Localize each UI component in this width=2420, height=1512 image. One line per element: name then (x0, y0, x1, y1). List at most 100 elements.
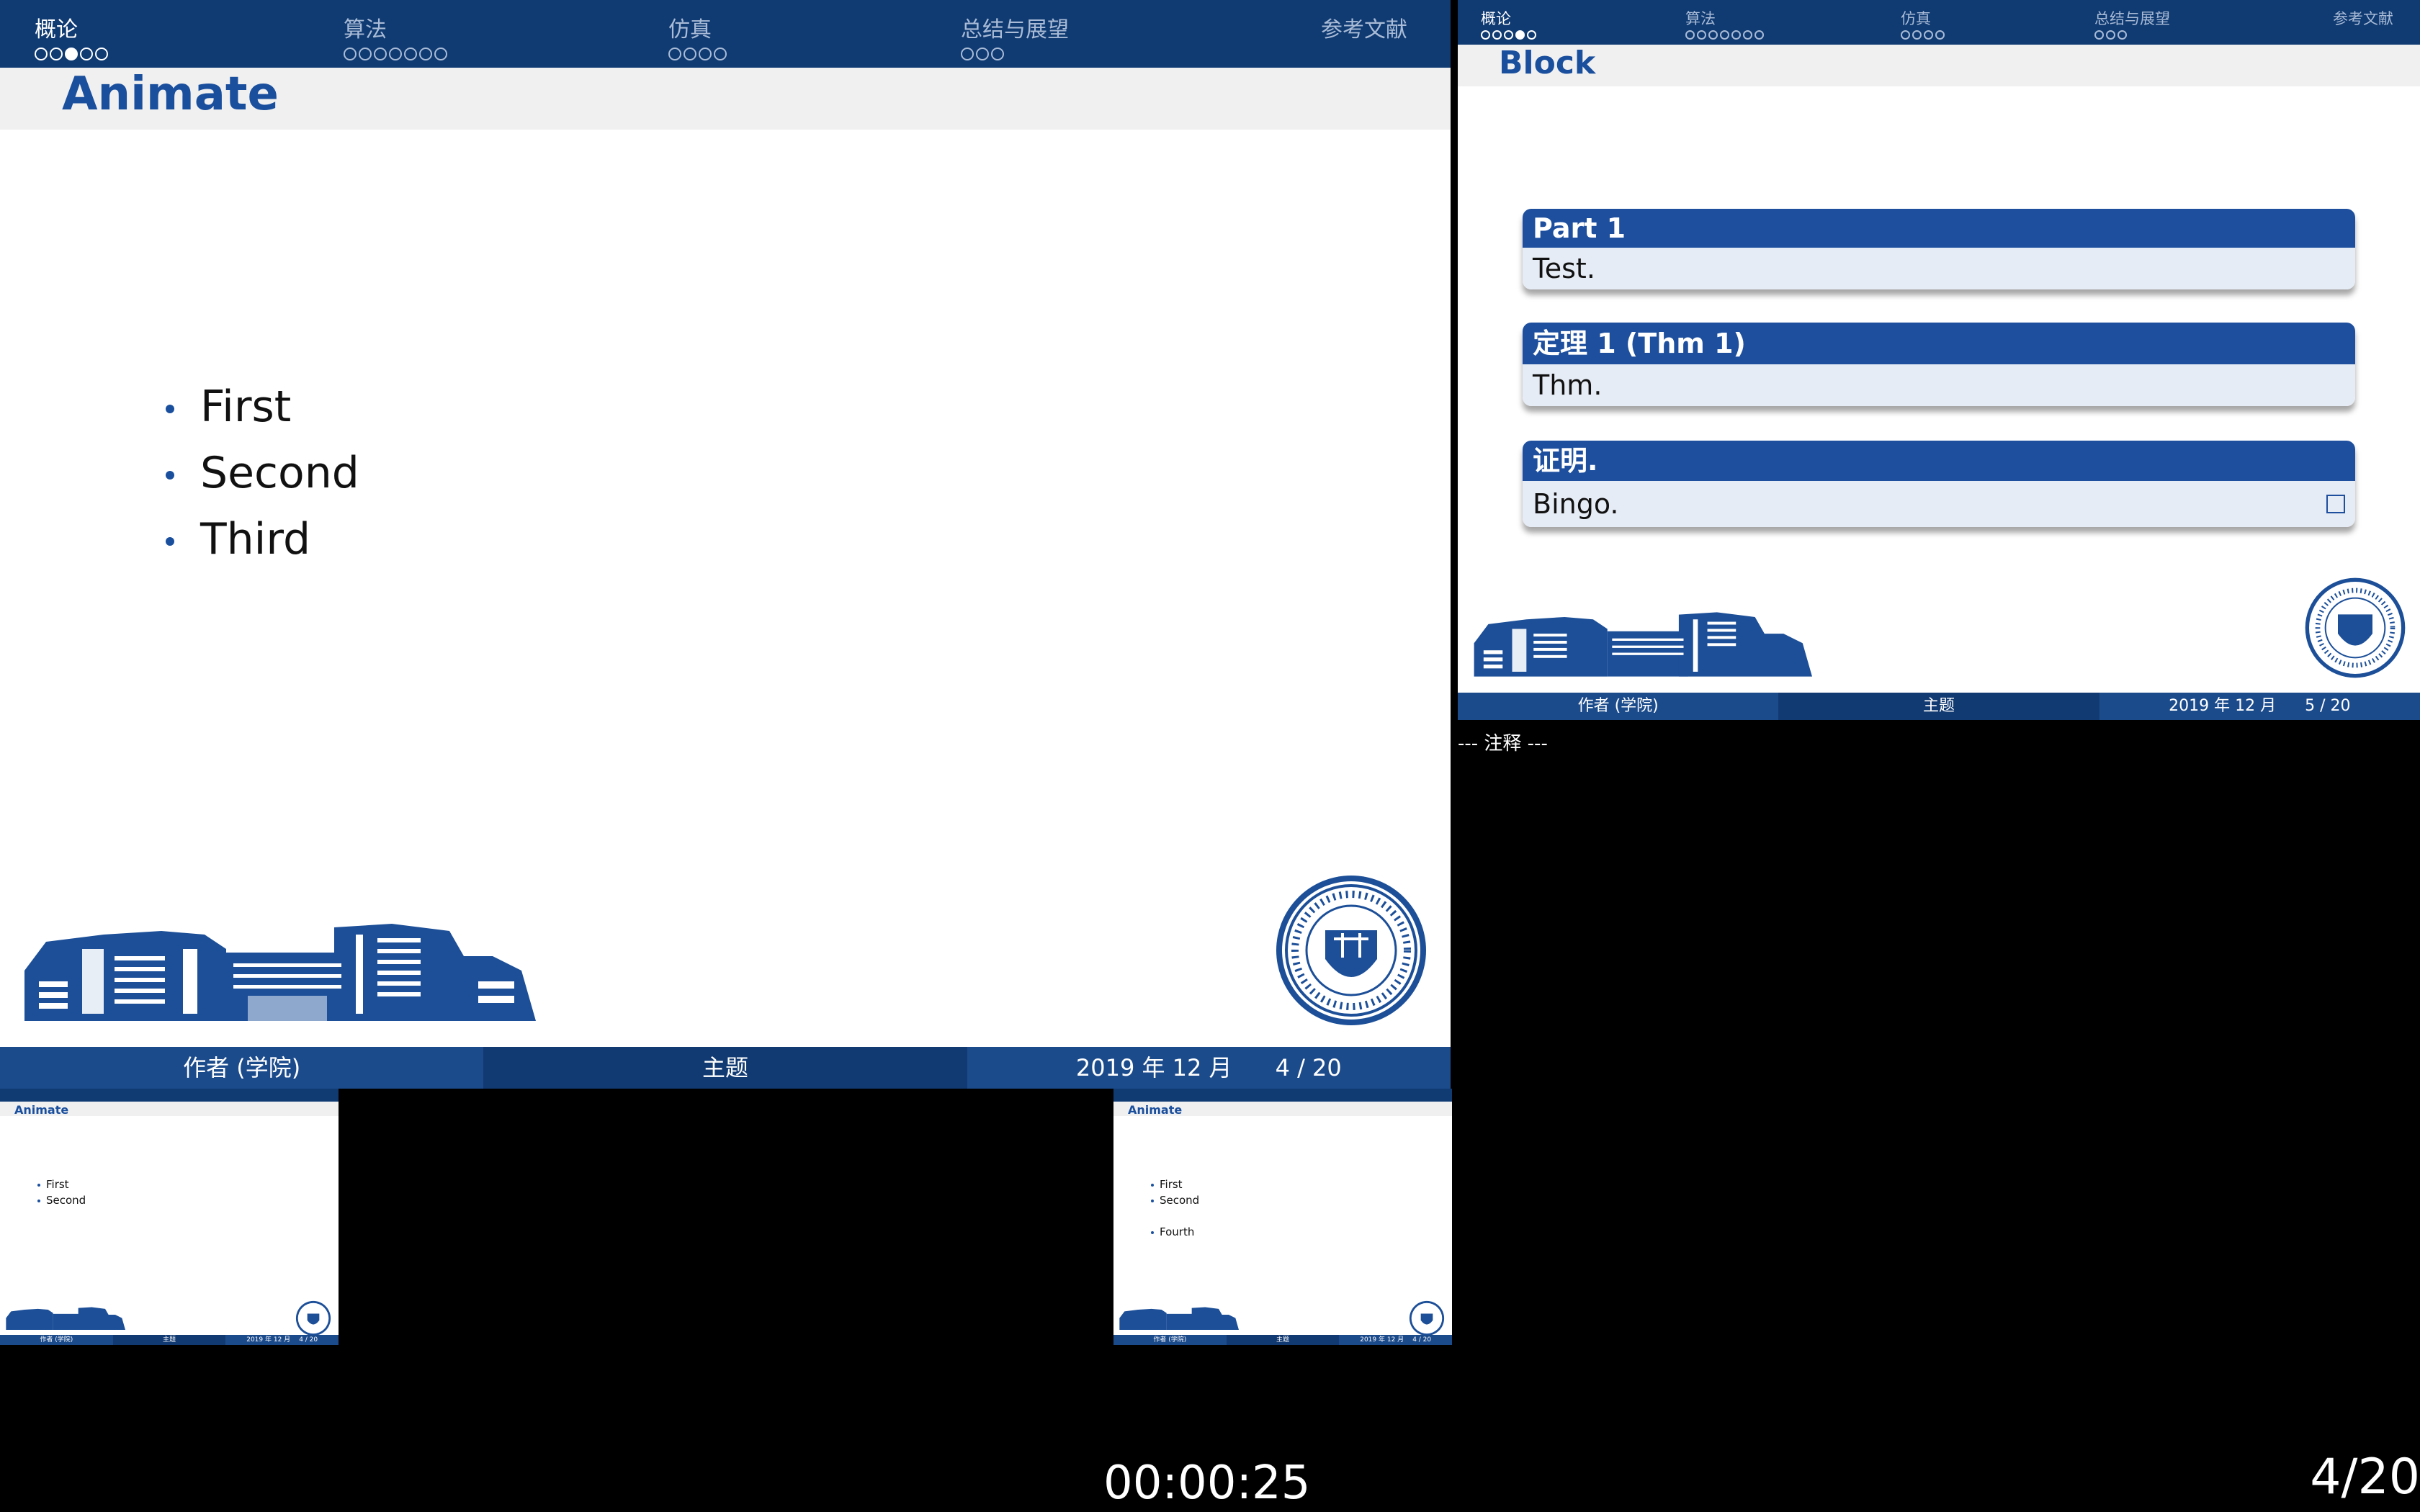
frame-dot[interactable] (1481, 30, 1490, 40)
nav-section-simulation[interactable]: 仿真 (1901, 7, 1945, 40)
frame-dot[interactable] (1720, 30, 1729, 40)
nav-section-summary[interactable]: 总结与展望 (2094, 7, 2170, 40)
nav-section-label: 总结与展望 (961, 17, 1069, 42)
frame-dot[interactable] (2094, 30, 2104, 40)
frame-dot[interactable] (50, 48, 63, 60)
frame-dot[interactable] (1731, 30, 1741, 40)
frame-dot[interactable] (1708, 30, 1718, 40)
slide-footer: 作者 (学院) 主题 2019 年 12 月 4 / 20 (0, 1047, 1451, 1089)
block-theorem: 定理 1 (Thm 1) Thm. (1523, 323, 2355, 406)
frame-dot[interactable] (95, 48, 108, 60)
bullet-icon (37, 1183, 40, 1187)
footer-date: 2019 年 12 月 (246, 1336, 291, 1344)
frame-dot[interactable] (961, 48, 974, 60)
frame-dot[interactable] (1492, 30, 1502, 40)
frame-dot-current[interactable] (65, 48, 78, 60)
bullet-icon (1151, 1230, 1154, 1234)
slide-footer: 作者 (学院) 主题 2019 年 12 月 4 / 20 (1113, 1335, 1452, 1345)
nav-section-label: 总结与展望 (2094, 10, 2170, 27)
frame-dot[interactable] (1504, 30, 1513, 40)
footer-topic: 主题 (112, 1335, 226, 1345)
university-seal-logo (295, 1300, 331, 1336)
nav-dots (961, 48, 1069, 60)
frame-dot[interactable] (1935, 30, 1945, 40)
frame-dot[interactable] (344, 48, 357, 60)
bullet-icon (166, 471, 174, 480)
frame-dot[interactable] (1924, 30, 1933, 40)
nav-dots (344, 48, 447, 60)
frame-dot[interactable] (668, 48, 681, 60)
slide-title: Block (1499, 45, 1596, 81)
nav-section-simulation[interactable]: 仿真 (668, 12, 727, 60)
bullet-item: First (1151, 1178, 1183, 1191)
nav-dots (35, 48, 108, 60)
footer-date-page: 2019 年 12 月 4 / 20 (225, 1335, 339, 1345)
frame-dot[interactable] (2118, 30, 2127, 40)
nav-section-references[interactable]: 参考文献 (2333, 7, 2393, 29)
nav-section-algorithm[interactable]: 算法 (344, 12, 447, 60)
frame-dot[interactable] (1697, 30, 1706, 40)
nav-dots (668, 48, 727, 60)
campus-building-graphic (6, 1307, 125, 1330)
next-slide-preview: 概论 算法 仿真 总结与展望 参考文献 Block Part 1 Test. 定… (1458, 0, 2420, 720)
university-seal-logo (1276, 876, 1426, 1025)
frame-dot[interactable] (2106, 30, 2115, 40)
title-bar: Animate (1113, 1102, 1452, 1117)
previous-frame-thumbnail[interactable]: Animate First Second 作者 (学院) 主题 2019 年 1… (0, 1089, 339, 1345)
frame-dot[interactable] (419, 48, 432, 60)
block-body: Bingo. (1523, 481, 2355, 527)
frame-dot[interactable] (389, 48, 402, 60)
frame-dot[interactable] (1527, 30, 1536, 40)
nav-dots (1481, 30, 1536, 40)
frame-dot[interactable] (1912, 30, 1922, 40)
frame-dot[interactable] (699, 48, 712, 60)
frame-dot[interactable] (35, 48, 48, 60)
bullet-item: Second (166, 448, 359, 498)
frame-dot[interactable] (374, 48, 387, 60)
nav-section-algorithm[interactable]: 算法 (1685, 7, 1764, 40)
nav-section-summary[interactable]: 总结与展望 (961, 12, 1069, 60)
nav-section-overview[interactable]: 概论 (35, 12, 108, 60)
block-header: Part 1 (1523, 209, 2355, 248)
frame-dot-current[interactable] (1515, 30, 1525, 40)
frame-dot[interactable] (1901, 30, 1910, 40)
frame-dot[interactable] (404, 48, 417, 60)
bullet-icon (37, 1199, 40, 1202)
frame-dot[interactable] (976, 48, 989, 60)
bullet-item: First (166, 382, 291, 432)
slide-footer: 作者 (学院) 主题 2019 年 12 月 5 / 20 (1458, 693, 2420, 720)
speaker-notes: --- 注释 --- (1458, 733, 1548, 755)
frame-dot[interactable] (684, 48, 696, 60)
footer-page-number: 4 / 20 (1412, 1336, 1432, 1344)
frame-dot[interactable] (434, 48, 447, 60)
footer-author: 作者 (学院) (0, 1335, 113, 1345)
current-slide: 概论 算法 仿真 总结与展望 参考文献 Animate First Second… (0, 0, 1451, 1089)
footer-page-number: 4 / 20 (1275, 1054, 1342, 1081)
frame-dot[interactable] (714, 48, 727, 60)
nav-section-references[interactable]: 参考文献 (1321, 12, 1407, 43)
bullet-icon (1151, 1199, 1154, 1202)
footer-date-page: 2019 年 12 月 5 / 20 (2099, 693, 2420, 720)
bullet-item: First (37, 1178, 69, 1191)
university-seal-logo (2305, 577, 2406, 678)
nav-section-overview[interactable]: 概论 (1481, 7, 1536, 40)
elapsed-timer[interactable]: 00:00:25 (1103, 1454, 1310, 1512)
campus-building-graphic (1474, 612, 1812, 677)
nav-dots (2094, 30, 2170, 40)
block-header: 证明. (1523, 441, 2355, 481)
footer-topic: 主题 (1226, 1335, 1340, 1345)
block-header: 定理 1 (Thm 1) (1523, 323, 2355, 364)
frame-dot[interactable] (1754, 30, 1764, 40)
frame-dot[interactable] (359, 48, 372, 60)
frame-dot[interactable] (991, 48, 1004, 60)
bullet-item: Fourth (1151, 1225, 1194, 1238)
frame-dot[interactable] (1685, 30, 1695, 40)
nav-dots (1685, 30, 1764, 40)
nav-section-label: 仿真 (668, 17, 712, 42)
footer-page-number: 4 / 20 (299, 1336, 318, 1344)
frame-dot[interactable] (80, 48, 93, 60)
bullet-text: First (46, 1178, 69, 1191)
next-frame-thumbnail[interactable]: Animate First Second Fourth 作者 (学院) 主题 2… (1113, 1089, 1452, 1345)
bullet-text: First (200, 382, 292, 432)
frame-dot[interactable] (1743, 30, 1752, 40)
